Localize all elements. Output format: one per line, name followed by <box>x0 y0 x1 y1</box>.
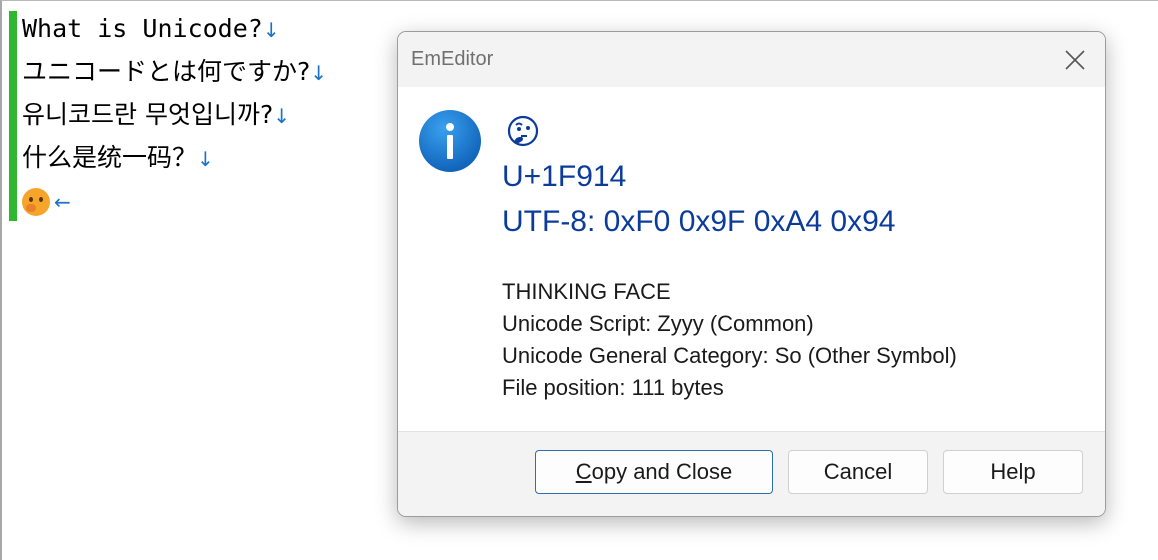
editor-line[interactable]: ユニコードとは何ですか?↓ <box>22 54 327 97</box>
copy-and-close-button[interactable]: Copy and Close <box>535 450 773 494</box>
end-of-file-marker: ← <box>54 190 71 214</box>
close-button[interactable] <box>1059 44 1091 76</box>
editor-line[interactable]: ← <box>22 183 327 226</box>
utf8-bytes: UTF-8: 0xF0 0x9F 0xA4 0x94 <box>502 205 896 238</box>
thinking-face-emoji <box>22 188 50 216</box>
line-feed-marker: ↓ <box>197 147 214 171</box>
character-name: THINKING FACE <box>502 279 671 304</box>
unicode-general-category: Unicode General Category: So (Other Symb… <box>502 343 957 368</box>
close-icon <box>1065 50 1085 70</box>
codepoint-value: U+1F914 <box>502 160 627 193</box>
editor-line[interactable]: What is Unicode?↓ <box>22 11 327 54</box>
modified-lines-indicator <box>9 11 17 221</box>
line-feed-marker: ↓ <box>262 18 280 42</box>
info-icon <box>418 109 482 173</box>
unicode-script: Unicode Script: Zyyy (Common) <box>502 311 814 336</box>
cancel-button[interactable]: Cancel <box>788 450 928 494</box>
dialog-title: EmEditor <box>411 48 494 70</box>
line-feed-marker: ↓ <box>273 104 290 128</box>
line-text: What is Unicode? <box>22 14 263 43</box>
help-button[interactable]: Help <box>943 450 1083 494</box>
line-text: 什么是统一码？ <box>22 143 198 172</box>
line-text: ユニコードとは何ですか? <box>22 57 311 86</box>
line-feed-marker: ↓ <box>310 61 328 85</box>
thinking-face-emoji <box>506 114 540 148</box>
file-position: File position: 111 bytes <box>502 375 724 400</box>
character-details: THINKING FACE Unicode Script: Zyyy (Comm… <box>502 276 957 404</box>
editor-lines: What is Unicode?↓ ユニコードとは何ですか?↓ 유니코드란 무엇… <box>22 11 327 226</box>
dialog-titlebar[interactable]: EmEditor <box>398 32 1105 87</box>
editor-line[interactable]: 유니코드란 무엇입니까?↓ <box>22 97 327 140</box>
line-text: 유니코드란 무엇입니까? <box>22 100 274 129</box>
dialog-footer: Copy and Close Cancel Help <box>398 431 1105 516</box>
editor-line[interactable]: 什么是统一码？↓ <box>22 140 327 183</box>
character-info-dialog: EmEditor U+1F914 UTF-8: 0xF0 0x9F 0xA4 0… <box>397 31 1106 517</box>
